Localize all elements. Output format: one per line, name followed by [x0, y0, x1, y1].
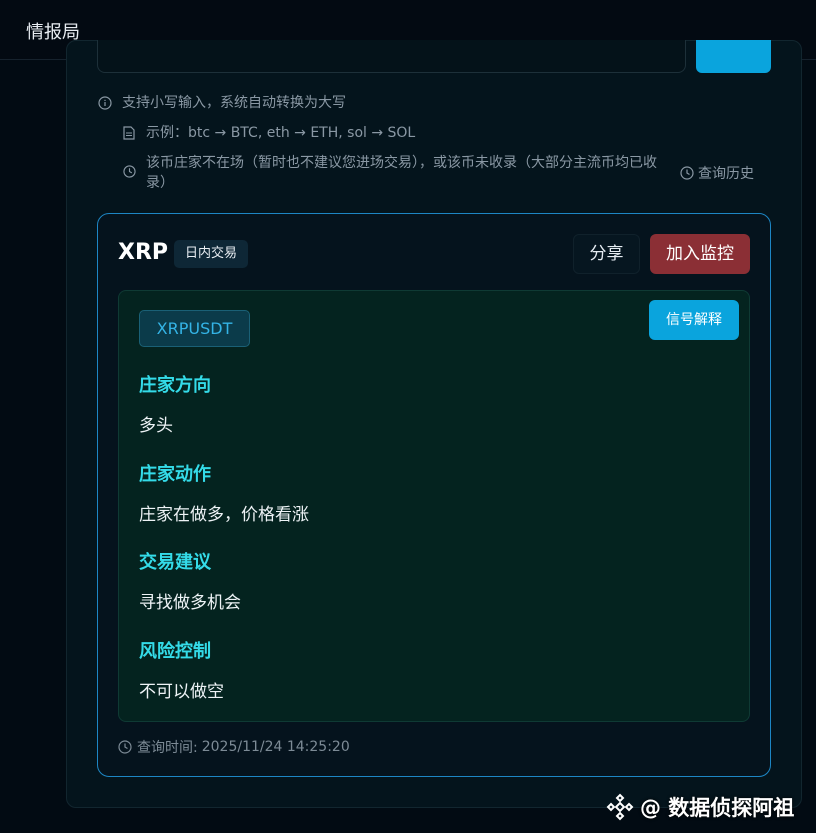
- section-label-action: 庄家动作: [139, 464, 211, 485]
- document-icon: [121, 123, 137, 143]
- trade-mode-badge: 日内交易: [174, 240, 249, 268]
- hint-status-text: 该币庄家不在场（暂时也不建议您进场交易），或该币未收录（大部分主流币均已收录）: [146, 155, 657, 191]
- add-monitor-button[interactable]: 加入监控: [650, 234, 750, 274]
- section-label-direction: 庄家方向: [139, 375, 211, 396]
- hint-example-text: 示例：btc → BTC, eth → ETH, sol → SOL: [146, 125, 416, 141]
- search-button[interactable]: [696, 40, 771, 73]
- pair-tag: XRPUSDT: [139, 310, 250, 347]
- query-clock-icon: [118, 740, 132, 754]
- query-time: 查询时间: 2025/11/24 14:25:20: [118, 737, 350, 757]
- section-value-direction: 多头: [139, 416, 173, 436]
- section-value-action: 庄家在做多，价格看涨: [139, 505, 309, 525]
- history-clock-icon: [680, 166, 694, 180]
- hint-lowercase-text: 支持小写输入，系统自动转换为大写: [122, 95, 346, 111]
- watermark-text: @ 数据侦探阿祖: [640, 796, 795, 820]
- diamond-logo-icon: [606, 793, 634, 821]
- section-value-risk: 不可以做空: [139, 682, 224, 702]
- watermark: @ 数据侦探阿祖: [606, 792, 794, 822]
- history-label: 查询历史: [698, 166, 754, 182]
- coin-symbol: XRP: [118, 240, 169, 265]
- share-button[interactable]: 分享: [573, 234, 640, 274]
- section-label-advice: 交易建议: [139, 552, 211, 573]
- query-time-value: 2025/11/24 14:25:20: [201, 739, 350, 755]
- section-value-advice: 寻找做多机会: [139, 593, 241, 613]
- hint-example: 示例：btc → BTC, eth → ETH, sol → SOL: [121, 123, 415, 143]
- hint-status: 该币庄家不在场（暂时也不建议您进场交易），或该币未收录（大部分主流币均已收录）: [121, 153, 676, 193]
- clock-icon: [121, 163, 137, 179]
- history-link[interactable]: 查询历史: [680, 163, 754, 183]
- search-input[interactable]: [97, 40, 686, 73]
- hint-lowercase: 支持小写输入，系统自动转换为大写: [97, 93, 346, 113]
- query-time-label: 查询时间:: [137, 740, 198, 756]
- section-label-risk: 风险控制: [139, 641, 211, 662]
- info-icon: [97, 93, 113, 113]
- signal-explain-button[interactable]: 信号解释: [649, 300, 739, 340]
